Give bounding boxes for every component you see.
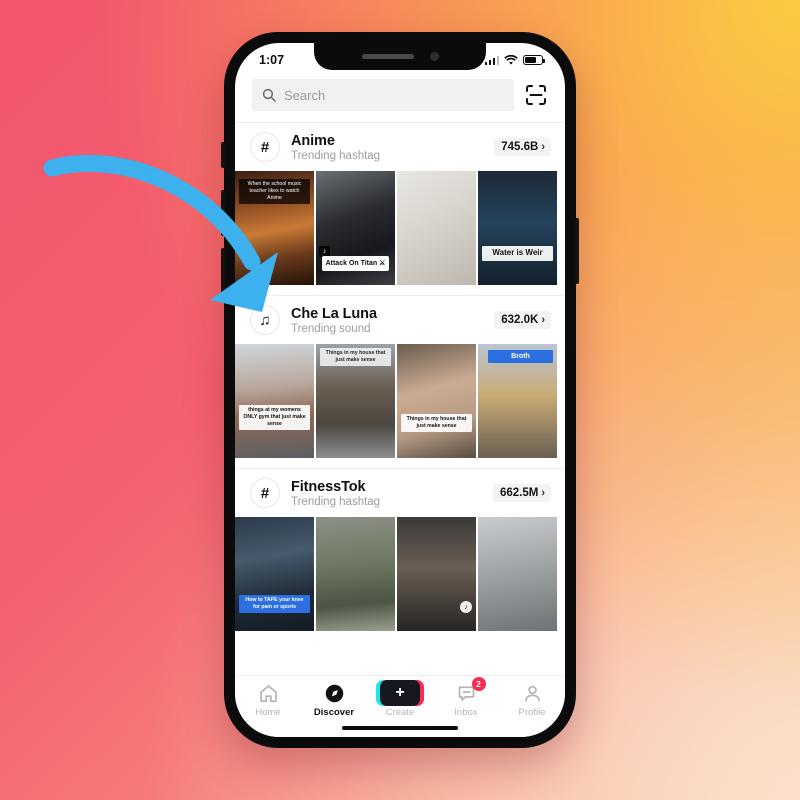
tile-anime-3[interactable] [397,171,476,285]
sound-badge-icon: ♪ [460,601,472,613]
tile-fitness-1[interactable]: How to TAPE your knee for pain or sports [235,517,314,631]
trend-count-badge[interactable]: 662.5M › [492,484,551,502]
tab-label: Create [385,707,415,718]
trend-count-badge[interactable]: 745.6B › [494,138,551,156]
battery-icon [523,55,545,65]
background-gradient: 1:07 Search # Anime Trending hashtag 745… [0,0,800,800]
tile-anime-2[interactable]: ♪ Attack On Titan ⚔ [316,171,395,285]
trending-section-fitnesstok: # FitnessTok Trending hashtag 662.5M › H… [235,469,565,631]
search-input[interactable]: Search [252,79,514,111]
tab-label: Profile [518,707,546,718]
tile-luna-4[interactable]: Broth [478,344,557,458]
hashtag-icon: # [250,132,280,162]
plus-icon: + [376,680,424,706]
trend-text: Che La Luna Trending sound [291,306,483,335]
trend-text: Anime Trending hashtag [291,133,483,162]
music-note-icon: ♫ [250,305,280,335]
status-time: 1:07 [259,53,285,67]
trend-header[interactable]: # FitnessTok Trending hashtag 662.5M › [235,469,565,517]
trend-title: Anime [291,132,335,149]
chevron-right-icon: › [541,141,545,153]
mute-switch[interactable] [221,142,225,168]
wifi-icon [504,54,518,65]
tile-caption: Water is Weir [482,246,553,261]
trend-subtitle: Trending hashtag [291,495,381,508]
home-indicator [342,725,458,730]
trend-header[interactable]: # Anime Trending hashtag 745.6B › [235,123,565,171]
message-icon: 2 [456,677,486,704]
tile-fitness-3[interactable]: ♪ [397,517,476,631]
cellular-bars-icon [484,55,499,65]
chevron-right-icon: › [541,487,545,499]
tile-caption: When the school music teacher likes to w… [239,179,310,205]
hashtag-icon: # [250,478,280,508]
tile-luna-2[interactable]: Things in my house that just make sense [316,344,395,458]
tile-luna-3[interactable]: Things in my house that just make sense [397,344,476,458]
video-strip[interactable]: How to TAPE your knee for pain or sports… [235,517,565,631]
tile-caption: How to TAPE your knee for pain or sports [239,594,310,613]
tile-caption: Things in my house that just make sense [320,348,391,367]
tile-luna-1[interactable]: things at my womens ONLY gym that just m… [235,344,314,458]
tab-discover[interactable]: Discover [301,682,367,718]
trend-count-value: 662.5M [499,487,539,499]
home-icon [258,682,279,704]
tile-caption: things at my womens ONLY gym that just m… [239,404,310,430]
tile-caption: Attack On Titan ⚔ [322,255,389,271]
tile-fitness-4[interactable] [478,517,557,631]
trend-title: FitnessTok [291,478,366,495]
search-bar: Search [235,73,565,122]
inbox-badge: 2 [471,677,486,691]
tab-label: Inbox [454,707,478,718]
trend-header[interactable]: ♫ Che La Luna Trending sound 632.0K › [235,296,565,344]
trend-count-badge[interactable]: 632.0K › [494,311,551,329]
tile-anime-1[interactable]: When the school music teacher likes to w… [235,171,314,285]
create-button[interactable]: + [376,680,424,706]
video-strip[interactable]: When the school music teacher likes to w… [235,171,565,285]
tab-label: Discover [313,707,355,718]
trend-subtitle: Trending hashtag [291,149,381,162]
trend-subtitle: Trending sound [291,322,371,335]
power-button[interactable] [575,218,579,284]
compass-icon [324,682,345,704]
person-icon [522,682,543,704]
chevron-right-icon: › [541,314,545,326]
search-icon [262,88,276,102]
status-bar: 1:07 [235,43,565,73]
tile-fitness-2[interactable] [316,517,395,631]
tab-label: Home [255,707,281,718]
trend-count-value: 745.6B [501,141,539,153]
trending-section-che-la-luna: ♫ Che La Luna Trending sound 632.0K › th… [235,296,565,458]
search-placeholder: Search [284,87,326,103]
phone-screen: 1:07 Search # Anime Trending hashtag 745… [235,43,565,737]
tile-anime-4[interactable]: Water is Weir [478,171,557,285]
volume-down-button[interactable] [221,248,225,294]
trend-text: FitnessTok Trending hashtag [291,479,482,508]
phone-frame: 1:07 Search # Anime Trending hashtag 745… [221,32,579,748]
tab-profile[interactable]: Profile [499,682,565,718]
discover-feed[interactable]: # Anime Trending hashtag 745.6B › When t… [235,123,565,675]
scan-qr-icon[interactable] [524,83,548,107]
trending-section-anime: # Anime Trending hashtag 745.6B › When t… [235,123,565,285]
video-strip[interactable]: things at my womens ONLY gym that just m… [235,344,565,458]
tile-caption: Things in my house that just make sense [401,413,472,432]
trend-count-value: 632.0K [501,314,539,326]
status-icons [484,54,545,66]
volume-up-button[interactable] [221,190,225,236]
tab-inbox[interactable]: 2 Inbox [433,677,499,718]
trend-title: Che La Luna [291,305,377,322]
tile-caption: Broth [488,350,553,364]
tab-home[interactable]: Home [235,682,301,718]
tab-create[interactable]: + Create [367,680,433,718]
